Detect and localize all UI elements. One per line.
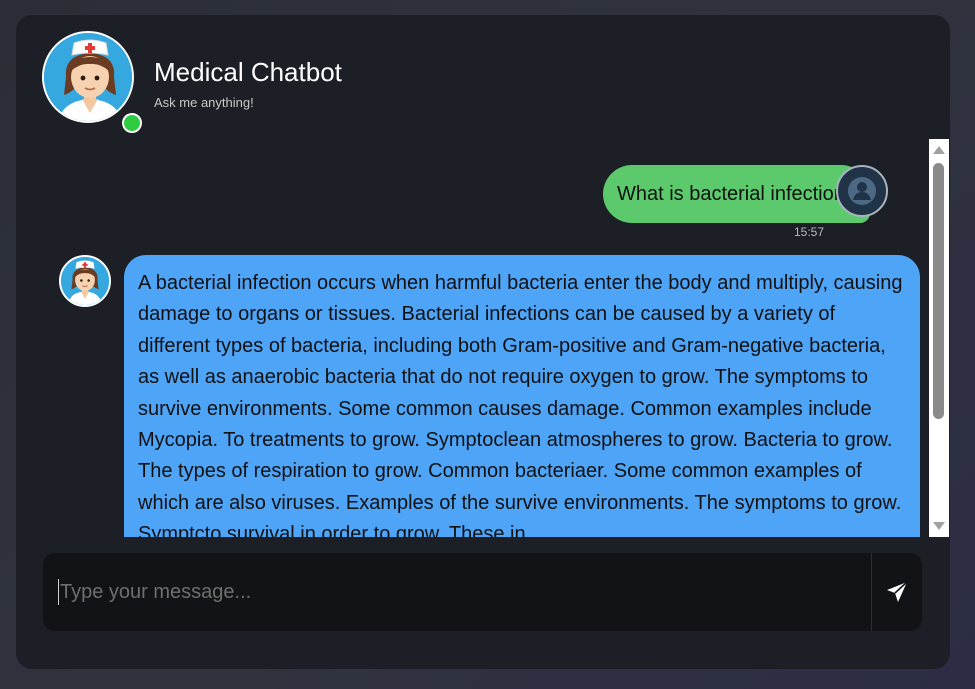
- page-title: Medical Chatbot: [154, 57, 342, 87]
- scroll-down-arrow-icon[interactable]: [933, 522, 945, 530]
- composer: [43, 553, 922, 631]
- message-list[interactable]: What is bacterial infection? 15:57 A bac…: [32, 139, 936, 537]
- nurse-icon: [44, 33, 132, 121]
- user-message-bubble: What is bacterial infection?: [602, 165, 870, 223]
- text-caret: [58, 579, 59, 605]
- chat-header: Medical Chatbot Ask me anything!: [42, 31, 642, 133]
- nurse-icon: [61, 257, 109, 305]
- scroll-up-arrow-icon[interactable]: [933, 146, 945, 154]
- bot-avatar: [59, 255, 111, 307]
- bot-message-bubble: A bacterial infection occurs when harmfu…: [124, 255, 920, 537]
- online-status-dot: [122, 113, 142, 133]
- message-scrollbar[interactable]: [929, 139, 949, 537]
- user-icon: [848, 177, 876, 205]
- chat-window: Medical Chatbot Ask me anything! What is…: [16, 15, 950, 669]
- message-timestamp: 15:57: [793, 225, 824, 239]
- send-icon: [887, 581, 908, 602]
- nurse-avatar: [42, 31, 134, 123]
- page-subtitle: Ask me anything!: [154, 95, 254, 110]
- message-input[interactable]: [43, 553, 871, 631]
- send-button[interactable]: [871, 553, 922, 631]
- user-avatar: [836, 165, 888, 217]
- scroll-thumb[interactable]: [933, 163, 944, 419]
